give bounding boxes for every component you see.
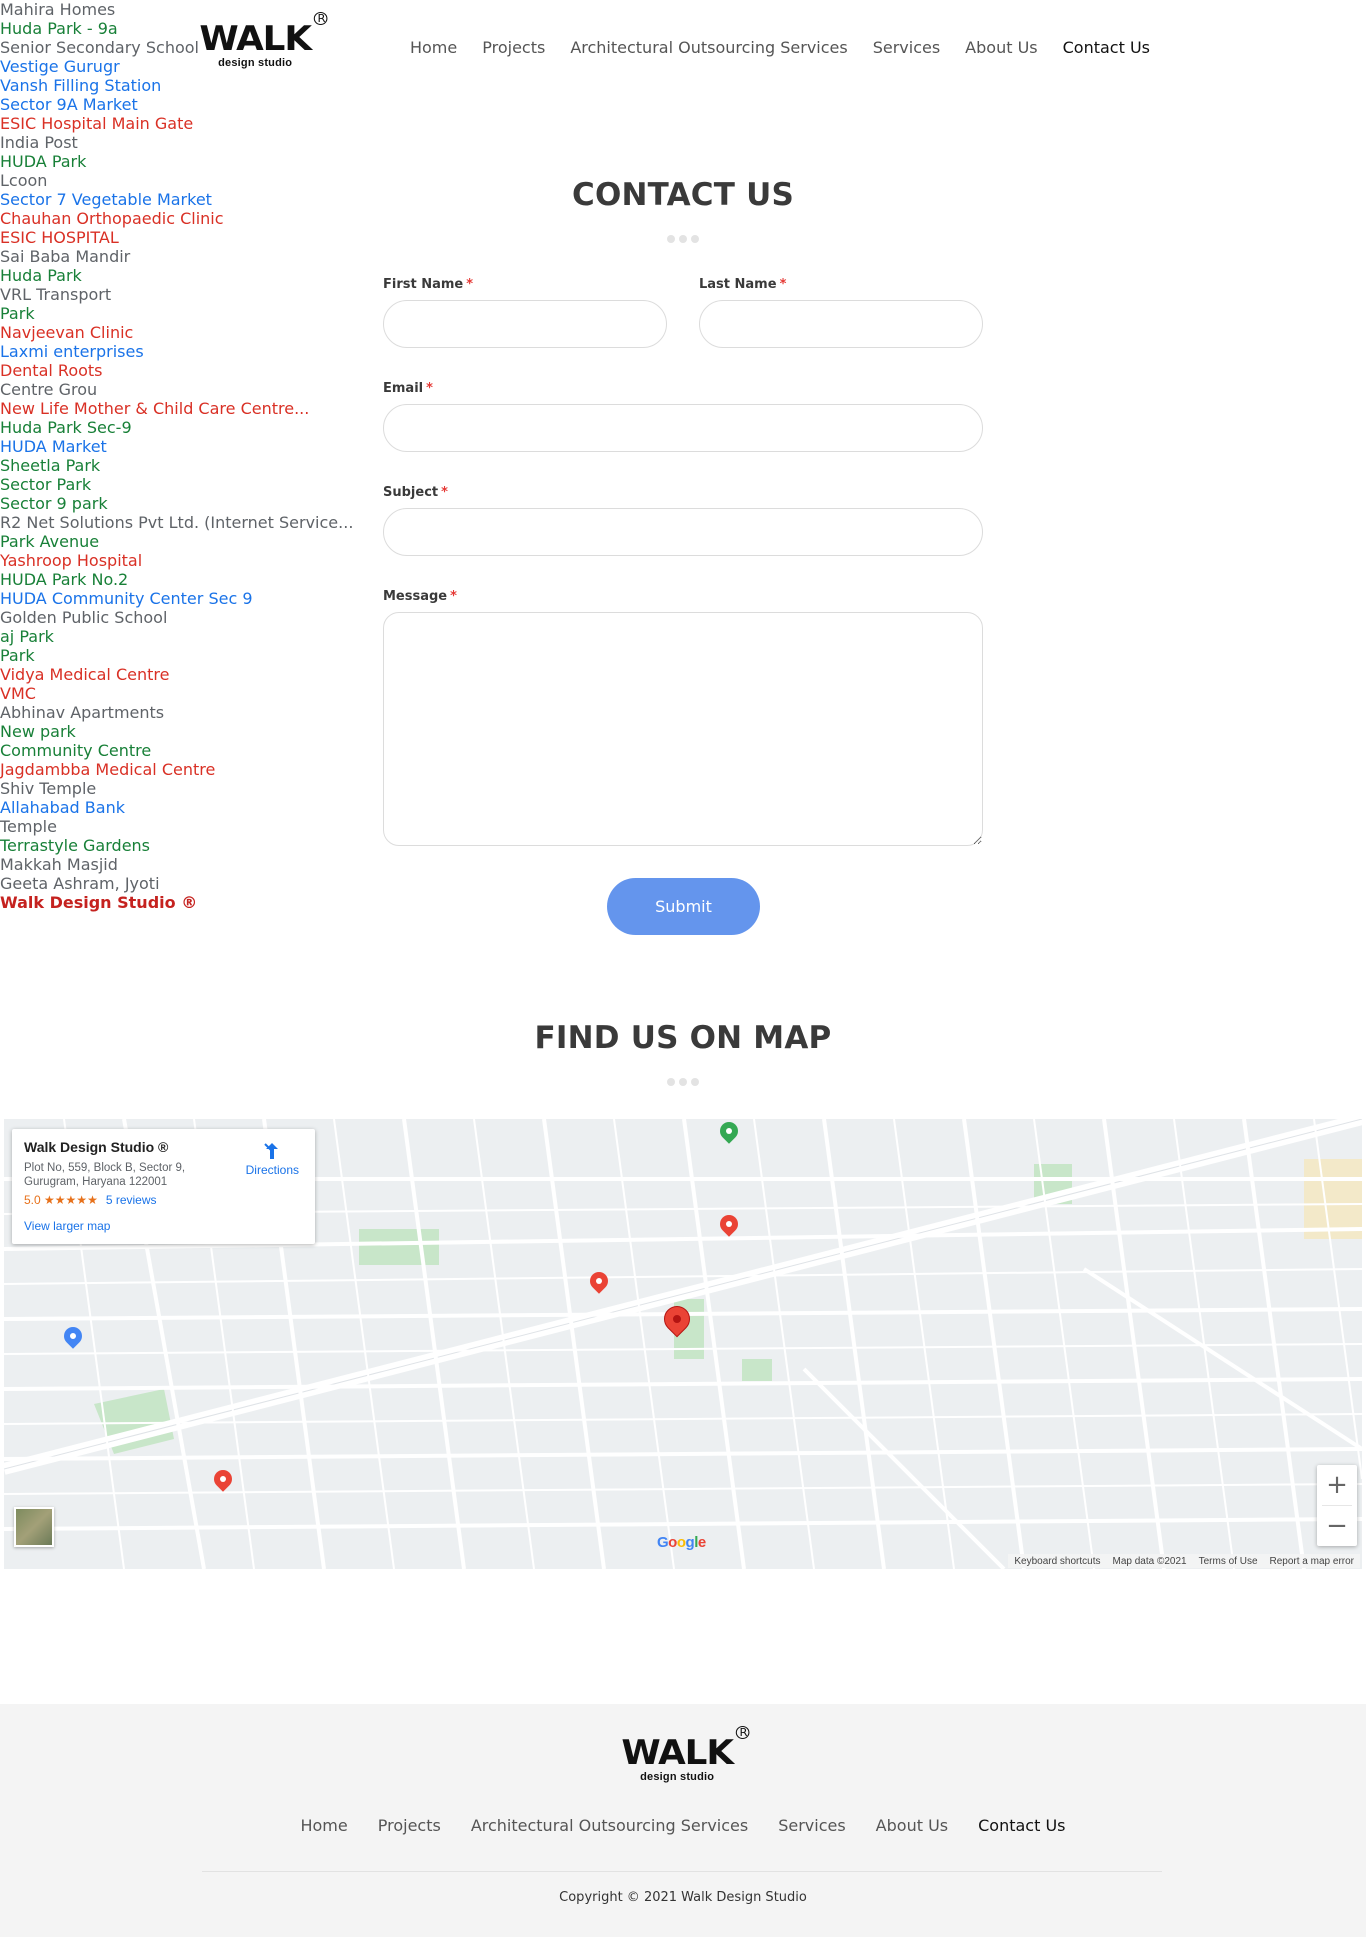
map-data-text: Map data ©2021: [1112, 1555, 1187, 1567]
place-rating: 5.0 ★★★★★ 5 reviews: [24, 1193, 303, 1207]
message-field[interactable]: [383, 612, 983, 846]
subject-label: Subject *: [383, 485, 448, 500]
nav-projects[interactable]: Projects: [482, 38, 545, 57]
footer-nav-projects[interactable]: Projects: [378, 1816, 441, 1835]
logo-wordmark: WALK R: [199, 12, 328, 56]
title-divider-dots: [0, 1078, 1366, 1086]
map-place-label[interactable]: Huda Park: [0, 266, 1366, 285]
registered-mark: R: [736, 1726, 750, 1739]
footer-logo[interactable]: WALK R design studio: [621, 1726, 750, 1783]
nav-contact-us[interactable]: Contact Us: [1063, 38, 1150, 57]
map-place-label[interactable]: Park: [0, 304, 1366, 323]
required-marker: *: [450, 589, 457, 604]
directions-icon: [264, 1143, 279, 1159]
footer-nav-services[interactable]: Services: [778, 1816, 845, 1835]
required-marker: *: [779, 277, 787, 292]
view-larger-map-link[interactable]: View larger map: [24, 1219, 303, 1233]
message-label: Message *: [383, 589, 457, 604]
map-info-card: Walk Design Studio ® Plot No, 559, Block…: [12, 1129, 315, 1244]
first-name-field[interactable]: [383, 300, 667, 348]
required-marker: *: [466, 277, 474, 292]
footer-nav-home[interactable]: Home: [300, 1816, 347, 1835]
site-logo[interactable]: WALK R design studio: [199, 12, 328, 69]
title-divider-dots: [0, 235, 1366, 243]
map-place-label[interactable]: Dental Roots: [0, 361, 1366, 380]
nav-services[interactable]: Services: [873, 38, 940, 57]
last-name-label: Last Name *: [699, 277, 787, 292]
site-header: WALK R design studio Home Projects Archit…: [0, 0, 1366, 100]
footer-divider: [202, 1871, 1162, 1872]
map-place-label[interactable]: HUDA Park: [0, 152, 1366, 171]
footer-nav-about-us[interactable]: About Us: [876, 1816, 948, 1835]
nav-architectural-outsourcing[interactable]: Architectural Outsourcing Services: [570, 38, 847, 57]
required-marker: *: [426, 381, 433, 396]
contact-title: CONTACT US: [572, 177, 794, 213]
map-place-label[interactable]: India Post: [0, 133, 1366, 152]
first-name-label: First Name *: [383, 277, 474, 292]
required-marker: *: [441, 485, 448, 500]
directions-button[interactable]: Directions: [246, 1141, 299, 1177]
rating-value: 5.0: [24, 1193, 41, 1207]
map-place-label[interactable]: ESIC Hospital Main Gate: [0, 114, 1366, 133]
nav-about-us[interactable]: About Us: [965, 38, 1037, 57]
map-place-label[interactable]: Centre Grou: [0, 380, 1366, 399]
zoom-in-button[interactable]: +: [1317, 1465, 1357, 1505]
map-place-label[interactable]: Sai Baba Mandir: [0, 247, 1366, 266]
map-section-title: FIND US ON MAP: [534, 1020, 832, 1056]
terms-of-use-link[interactable]: Terms of Use: [1199, 1556, 1258, 1567]
map-place-label[interactable]: HUDA Park No.2: [0, 570, 1366, 589]
map-place-label[interactable]: Makkah Masjid: [0, 855, 1366, 874]
map-place-label[interactable]: VRL Transport: [0, 285, 1366, 304]
last-name-field[interactable]: [699, 300, 983, 348]
registered-mark: R: [314, 12, 328, 25]
map-attribution-bar: Keyboard shortcuts Map data ©2021 Terms …: [1008, 1554, 1360, 1568]
map-place-label[interactable]: Sector Park: [0, 475, 1366, 494]
copyright-text: Copyright © 2021 Walk Design Studio: [559, 1890, 807, 1905]
zoom-out-button[interactable]: −: [1317, 1506, 1357, 1546]
footer-nav-architectural-outsourcing[interactable]: Architectural Outsourcing Services: [471, 1816, 748, 1835]
nav-home[interactable]: Home: [410, 38, 457, 57]
submit-button[interactable]: Submit: [607, 878, 760, 935]
main-nav: Home Projects Architectural Outsourcing …: [410, 38, 1150, 57]
email-field[interactable]: [383, 404, 983, 452]
footer-nav: Home Projects Architectural Outsourcing …: [0, 1816, 1366, 1835]
map-zoom-controls: + −: [1317, 1465, 1357, 1546]
rating-stars: ★★★★★: [44, 1193, 98, 1207]
satellite-toggle[interactable]: [14, 1507, 54, 1547]
site-footer: WALK R design studio Home Projects Archit…: [0, 1704, 1366, 1937]
logo-wordmark: WALK R: [621, 1726, 750, 1770]
map-place-label[interactable]: Navjeevan Clinic: [0, 323, 1366, 342]
footer-nav-contact-us[interactable]: Contact Us: [978, 1816, 1065, 1835]
google-logo: Google: [657, 1534, 706, 1551]
keyboard-shortcuts-link[interactable]: Keyboard shortcuts: [1014, 1556, 1100, 1567]
map-place-label[interactable]: Sheetla Park: [0, 456, 1366, 475]
map-place-label[interactable]: HUDA Community Center Sec 9: [0, 589, 1366, 608]
subject-field[interactable]: [383, 508, 983, 556]
reviews-link[interactable]: 5 reviews: [106, 1193, 157, 1207]
map-place-label[interactable]: Laxmi enterprises: [0, 342, 1366, 361]
place-address: Plot No, 559, Block B, Sector 9, Gurugra…: [24, 1162, 186, 1188]
report-map-error-link[interactable]: Report a map error: [1270, 1556, 1354, 1567]
email-label: Email *: [383, 381, 433, 396]
